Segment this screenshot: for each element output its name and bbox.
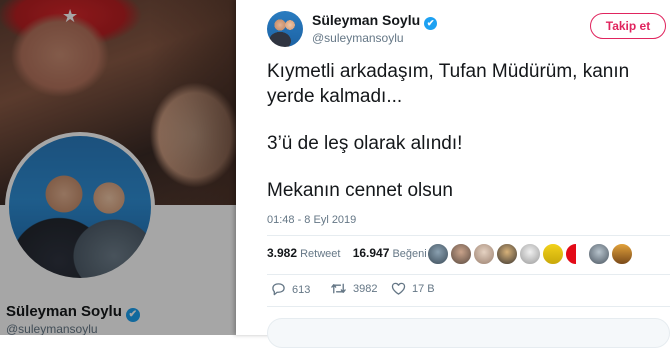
modal-overlay[interactable] [0,0,236,335]
reply-count: 613 [292,284,311,296]
liker-avatar[interactable] [427,243,449,265]
liker-avatar[interactable] [496,243,518,265]
liker-avatar[interactable] [588,243,610,265]
retweet-icon [331,283,346,294]
like-action-count: 17 B [412,283,435,295]
liker-avatar[interactable] [450,243,472,265]
like-button[interactable]: 17 B [391,282,435,295]
follow-button[interactable]: Takip et [590,13,666,39]
divider [267,306,670,307]
tweet-paragraph: 3’ü de leş olarak alındı! [267,133,463,154]
tweet-paragraph: Mekanın cennet olsun [267,180,453,201]
liker-avatar[interactable] [542,243,564,265]
tweet-stats: 3.982 Retweet 16.947 Beğeni [267,246,427,260]
retweet-action-count: 3982 [353,283,378,295]
retweet-count[interactable]: 3.982 [267,246,297,260]
liker-avatar[interactable] [565,243,587,265]
heart-icon [391,282,406,295]
retweet-button[interactable]: 3982 [330,282,377,295]
like-label[interactable]: Beğeni [392,248,426,260]
liker-avatar[interactable] [519,243,541,265]
tweet-text: Kıymetli arkadaşım, Tufan Müdürüm, kanın… [267,59,667,225]
retweet-label[interactable]: Retweet [300,248,340,260]
reply-button[interactable]: 613 [271,282,310,296]
divider [267,274,670,275]
author-handle[interactable]: @suleymansoylu [312,31,404,45]
tweet-timestamp[interactable]: 01:48 - 8 Eyl 2019 [267,214,356,226]
tweet-detail-panel: Süleyman Soylu ✔ @suleymansoylu Takip et … [236,0,670,348]
liker-avatar[interactable] [611,243,633,265]
liker-avatar[interactable] [473,243,495,265]
author-name[interactable]: Süleyman Soylu ✔ [312,12,438,30]
verified-badge-icon: ✔ [424,17,438,30]
reply-icon [272,283,285,296]
reply-input[interactable] [267,318,670,348]
background-profile-page: ★ Süleyman Soylu ✔ @suleymansoylu [0,0,236,335]
author-avatar[interactable] [267,11,303,47]
divider [267,235,670,236]
tweet-paragraph: Kıymetli arkadaşım, Tufan Müdürüm, kanın… [267,61,630,107]
like-count[interactable]: 16.947 [353,246,390,260]
